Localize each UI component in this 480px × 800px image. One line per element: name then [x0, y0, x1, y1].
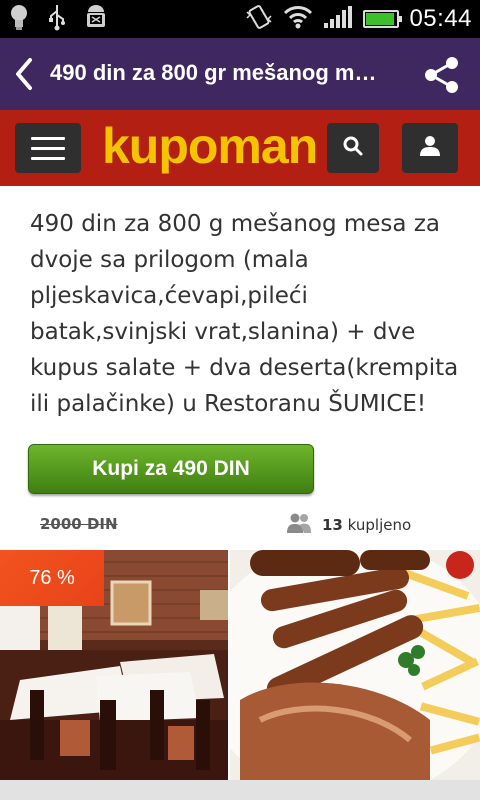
usb-icon [48, 3, 66, 35]
discount-badge: 76 % [0, 550, 104, 606]
app-bar: 490 din za 800 gr mešanog mes… [0, 38, 480, 110]
clock: 05:44 [409, 5, 472, 32]
signal-icon [323, 5, 353, 33]
meat-platter-image[interactable] [230, 550, 480, 780]
page-title: 490 din za 800 gr mešanog mes… [50, 60, 380, 85]
android-debug-icon [84, 3, 108, 35]
search-button[interactable] [327, 123, 379, 173]
people-icon [286, 512, 312, 538]
status-bar: 05:44 [0, 0, 480, 38]
user-icon [418, 134, 442, 162]
old-price: 2000 DIN [40, 515, 118, 533]
bought-count: 13 [322, 516, 343, 534]
chevron-left-icon[interactable] [10, 56, 40, 92]
logo[interactable]: kupoman [102, 118, 318, 174]
bought-counter: 13 kupljeno [286, 512, 411, 538]
site-header: kupoman [0, 110, 480, 186]
search-icon [342, 135, 364, 161]
wifi-icon [283, 5, 313, 33]
hamburger-icon[interactable] [15, 123, 81, 173]
deal-card: 490 din za 800 g mešanog mesa za dvoje s… [0, 186, 480, 550]
bottom-strip [0, 780, 480, 800]
buy-button[interactable]: Kupi za 490 DIN [28, 444, 314, 494]
lightbulb-icon [8, 3, 30, 35]
share-icon[interactable] [422, 55, 462, 95]
deal-description: 490 din za 800 g mešanog mesa za dvoje s… [30, 211, 459, 417]
restaurant-interior-image[interactable]: 76 % [0, 550, 228, 780]
deal-gallery: 76 % [0, 550, 480, 780]
vibrate-icon [245, 4, 273, 34]
bought-label: kupljeno [347, 516, 412, 534]
user-button[interactable] [402, 123, 458, 173]
battery-icon [363, 10, 403, 28]
